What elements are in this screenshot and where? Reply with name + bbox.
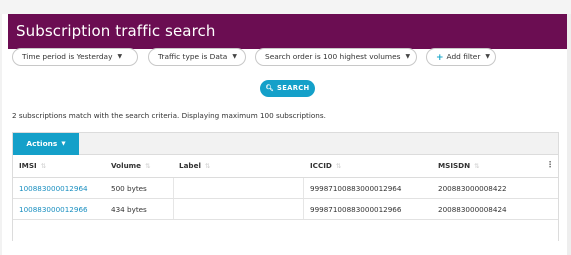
add-filter-button[interactable]: + Add filter ▼ — [426, 48, 496, 66]
search-button[interactable]: 🔍︎ SEARCH — [260, 80, 315, 97]
sort-icon: ⇅ — [40, 162, 47, 170]
caret-down-icon: ▼ — [117, 53, 123, 60]
left-shade — [0, 14, 2, 255]
table-toolbar: Actions ▼ — [13, 133, 558, 155]
msisdn-cell: 200883000008422 — [438, 184, 507, 193]
page-title: Subscription traffic search — [16, 22, 216, 40]
right-shade — [567, 14, 571, 255]
sort-icon: ⇅ — [204, 162, 211, 170]
caret-down-icon: ▼ — [405, 53, 411, 60]
caret-down-icon: ▼ — [485, 53, 491, 60]
search-icon: 🔍︎ — [265, 84, 275, 92]
column-header-label: MSISDN — [438, 161, 471, 170]
sort-icon: ⇅ — [145, 162, 151, 170]
column-menu-icon[interactable]: ⋮ — [546, 160, 554, 169]
column-header-label: Label — [179, 161, 201, 170]
sort-icon: ⇅ — [474, 162, 480, 170]
search-button-label: SEARCH — [277, 84, 310, 92]
volume-cell: 500 bytes — [111, 184, 147, 193]
table-row[interactable]: 100883000012964 500 bytes 99987100883000… — [13, 178, 558, 199]
actions-button-label: Actions — [26, 139, 58, 148]
iccid-cell: 99987100883000012966 — [310, 205, 402, 214]
results-table: Actions ▼ IMSI ⇅ Volume ⇅ Label ⇅ ICCID ⇅ MSI… — [12, 132, 559, 241]
filter-traffic-type-label: Traffic type is Data — [158, 52, 228, 61]
imsi-link[interactable]: 100883000012964 — [19, 184, 88, 193]
add-filter-label: Add filter — [446, 52, 481, 61]
column-header-volume[interactable]: Volume ⇅ — [111, 161, 151, 170]
actions-button[interactable]: Actions ▼ — [13, 133, 79, 155]
table-row[interactable]: 100883000012966 434 bytes 99987100883000… — [13, 199, 558, 220]
filter-time-period-label: Time period is Yesterday — [22, 52, 113, 61]
plus-icon: + — [436, 53, 444, 63]
column-header-label: IMSI — [19, 161, 37, 170]
top-shade — [0, 0, 571, 14]
column-header-msisdn[interactable]: MSISDN ⇅ — [438, 161, 480, 170]
msisdn-cell: 200883000008424 — [438, 205, 507, 214]
column-header-label-col[interactable]: Label ⇅ — [179, 161, 210, 170]
volume-cell: 434 bytes — [111, 205, 147, 214]
filter-time-period[interactable]: Time period is Yesterday ▼ — [12, 48, 138, 66]
column-header-imsi[interactable]: IMSI ⇅ — [19, 161, 46, 170]
caret-down-icon: ▼ — [61, 141, 66, 147]
sort-icon: ⇅ — [335, 162, 342, 170]
column-header-iccid[interactable]: ICCID ⇅ — [310, 161, 341, 170]
filter-traffic-type[interactable]: Traffic type is Data ▼ — [148, 48, 246, 66]
imsi-link[interactable]: 100883000012966 — [19, 205, 88, 214]
filter-search-order[interactable]: Search order is 100 highest volumes ▼ — [255, 48, 417, 66]
iccid-cell: 99987100883000012964 — [310, 184, 402, 193]
column-header-label: ICCID — [310, 161, 332, 170]
column-header-label: Volume — [111, 161, 142, 170]
result-summary: 2 subscriptions match with the search cr… — [12, 111, 326, 120]
panel-header: Subscription traffic search — [8, 14, 567, 49]
filter-search-order-label: Search order is 100 highest volumes — [265, 52, 401, 61]
caret-down-icon: ▼ — [232, 53, 237, 60]
